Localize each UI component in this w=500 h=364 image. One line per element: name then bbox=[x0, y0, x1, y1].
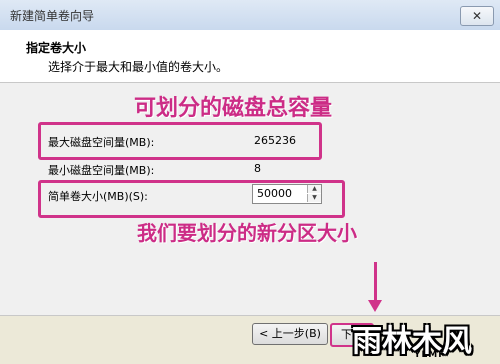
arrow-head-icon bbox=[368, 300, 382, 312]
min-space-value: 8 bbox=[254, 162, 261, 175]
volume-size-input[interactable]: 50000 bbox=[257, 187, 292, 200]
volume-size-stepper[interactable]: 50000 ▲ ▼ bbox=[252, 184, 322, 204]
page-title: 指定卷大小 bbox=[26, 41, 87, 55]
annotation-total-capacity: 可划分的磁盘总容量 bbox=[134, 95, 333, 121]
spin-up-icon[interactable]: ▲ bbox=[307, 185, 321, 193]
window-title: 新建简单卷向导 bbox=[10, 9, 95, 23]
max-space-label: 最大磁盘空间量(MB): bbox=[48, 136, 155, 149]
watermark-sub: YLMF bbox=[414, 350, 446, 360]
close-button[interactable]: ✕ bbox=[460, 6, 494, 26]
min-space-label: 最小磁盘空间量(MB): bbox=[48, 164, 155, 177]
max-space-value: 265236 bbox=[254, 134, 296, 147]
watermark-logo: 雨林木风 YLMF bbox=[348, 314, 498, 363]
back-button[interactable]: < 上一步(B) bbox=[252, 323, 328, 345]
page-subtitle: 选择介于最大和最小值的卷大小。 bbox=[48, 60, 229, 74]
volume-size-label: 简单卷大小(MB)(S): bbox=[48, 190, 148, 203]
arrow-icon bbox=[374, 262, 377, 304]
wizard-header: 指定卷大小 选择介于最大和最小值的卷大小。 bbox=[0, 30, 500, 83]
spin-down-icon[interactable]: ▼ bbox=[307, 194, 321, 202]
watermark-main: 雨林木风 bbox=[352, 324, 472, 359]
title-bar: 新建简单卷向导 ✕ bbox=[0, 0, 500, 31]
wizard-window: 新建简单卷向导 ✕ 指定卷大小 选择介于最大和最小值的卷大小。 可划分的磁盘总容… bbox=[0, 0, 500, 364]
annotation-new-partition-size: 我们要划分的新分区大小 bbox=[137, 221, 357, 245]
